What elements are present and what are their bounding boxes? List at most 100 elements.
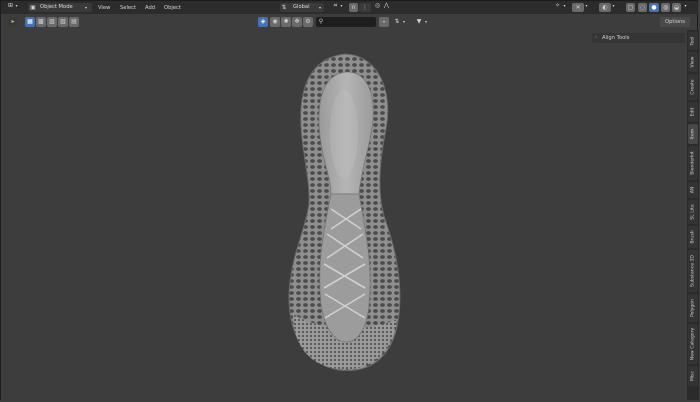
other-icon: ⚙ (305, 18, 311, 25)
tab-label: Tool (690, 36, 696, 46)
chevron-right-icon: › (595, 35, 597, 40)
snap-target-dropdown[interactable]: ⋮ (359, 3, 371, 12)
light-toggle[interactable]: ✺ (281, 17, 291, 27)
tab-label: Edit (690, 107, 696, 117)
xray-toggle[interactable]: ▢ (626, 3, 635, 12)
menu-object[interactable]: Object (164, 3, 181, 13)
3d-viewport[interactable] (1, 14, 687, 400)
shoe-model (288, 53, 401, 371)
tab-label: Item (690, 128, 696, 140)
wireframe-sphere-icon: ◌ (639, 4, 646, 11)
select-box-icon: ▦ (27, 18, 33, 25)
select-mode-extend[interactable]: ▩ (36, 17, 46, 27)
shading-material-button[interactable]: ◍ (661, 3, 670, 12)
options-button[interactable]: Options (660, 17, 690, 27)
magnet-icon: ∩ (351, 4, 356, 11)
tab-label: Brush (690, 230, 696, 244)
tab-view[interactable]: View (688, 52, 698, 72)
tab-label: Substance 3D (690, 255, 696, 287)
solid-sphere-icon: ● (651, 4, 657, 11)
tab-tool[interactable]: Tool (688, 32, 698, 50)
proportional-edit-icon[interactable]: ◎ (373, 1, 382, 10)
tab-new-category[interactable]: New Category (688, 324, 698, 364)
orientation-label: Global (293, 4, 310, 10)
chevron-down-icon: ▾ (84, 5, 87, 10)
tab-substance-3d[interactable]: Substance 3D (688, 250, 698, 292)
shading-solid-button[interactable]: ● (649, 3, 659, 12)
menu-add[interactable]: Add (145, 3, 155, 13)
tab-label: Create (690, 79, 696, 95)
shading-wireframe-button[interactable]: ◌ (638, 3, 647, 12)
tab-brush[interactable]: Brush (688, 226, 698, 248)
select-intersect-icon: ▤ (71, 18, 77, 25)
rendered-sphere-icon: ◒ (673, 4, 680, 11)
mode-label: Object Mode (40, 4, 73, 10)
snap-toggle[interactable]: ∩ (349, 3, 358, 12)
select-mode-invert[interactable]: ▧ (58, 17, 68, 27)
tab-edit[interactable]: Edit (688, 102, 698, 122)
chevron-down-icon: ▾ (612, 3, 615, 8)
tab-blenderkit[interactable]: Blenderkit (688, 146, 698, 180)
light-icon: ✺ (283, 18, 289, 25)
chevron-down-icon: ▾ (563, 3, 566, 8)
empty-toggle[interactable]: ✥ (292, 17, 302, 27)
chevron-down-icon: ▾ (585, 3, 588, 8)
select-mode-intersect[interactable]: ▤ (69, 17, 79, 27)
search-input[interactable]: ⚲ (316, 17, 376, 27)
overlays-toggle[interactable]: ◐ (599, 3, 611, 12)
chevron-down-icon: ▾ (424, 19, 427, 24)
select-mode-set[interactable]: ▦ (25, 17, 35, 27)
other-toggle[interactable]: ⚙ (303, 17, 313, 27)
tab-label: New Category (690, 327, 696, 361)
play-icon: ▸ (11, 18, 15, 25)
shading-rendered-button[interactable]: ◒ (672, 3, 681, 12)
tab-label: Misc (690, 370, 696, 382)
material-sphere-icon: ◍ (662, 4, 669, 11)
tab-polygon[interactable]: Polygon (688, 294, 698, 322)
gizmo-icon: ✕ (575, 4, 581, 11)
tab-label: Blenderkit (690, 151, 696, 175)
viewport-header: ⊞ ▾ ▣ Object Mode ▾ View Select Add Obje… (1, 1, 698, 14)
select-invert-icon: ▧ (60, 18, 66, 25)
menu-select[interactable]: Select (120, 3, 136, 13)
orientation-icon: ⇅ (281, 4, 287, 11)
xray-icon: ▢ (627, 4, 634, 11)
select-mode-subtract[interactable]: ▨ (47, 17, 57, 27)
menu-view[interactable]: View (98, 3, 110, 13)
tab-label: View (690, 56, 696, 68)
search-icon: ⚲ (318, 18, 324, 25)
tab-sl-lite[interactable]: SL Lite (688, 200, 698, 224)
chevron-down-icon: ▾ (340, 3, 343, 8)
tab-label: Polygon (690, 298, 696, 318)
camera-toggle[interactable]: ◉ (270, 17, 280, 27)
object-mode-icon: ▣ (30, 4, 36, 11)
gizmo-toggle[interactable]: ✕ (572, 3, 584, 12)
snap-increment-icon: ⋮ (362, 4, 368, 11)
tab-item[interactable]: Item (688, 124, 698, 144)
viewport-toolbar-row: ▸ ▦ ▩ ▨ ▧ ▤ ◈ ◉ ✺ ✥ ⚙ ⚲ ▾ ⇅ ▾ ▼ ▾ (0, 14, 700, 28)
select-subtract-icon: ▨ (49, 18, 55, 25)
chevron-down-icon: ▾ (402, 19, 405, 24)
empty-icon: ✥ (294, 18, 300, 25)
tab-label: SL Lite (690, 204, 696, 220)
overlays-icon: ◐ (602, 4, 608, 11)
chevron-down-icon: ▾ (382, 19, 385, 24)
tab-misc[interactable]: Misc (688, 366, 698, 386)
tab-create[interactable]: Create (688, 74, 698, 100)
chevron-down-icon: ▾ (15, 3, 18, 8)
visibility-icon[interactable]: ✧ (553, 1, 562, 10)
mode-dropdown[interactable]: ▣ Object Mode ▾ (28, 3, 92, 12)
chevron-down-icon: ▾ (318, 5, 321, 10)
search-options-dropdown[interactable]: ▾ (379, 17, 389, 27)
transform-orientation-dropdown[interactable]: ⇅ Global ▾ (280, 3, 324, 12)
camera-icon: ◉ (272, 18, 278, 25)
panel-title: Align Tools (602, 35, 630, 41)
toolbar-toggle[interactable]: ▸ (8, 17, 18, 27)
chevron-down-icon: ▾ (684, 3, 687, 8)
cube-icon: ◈ (260, 18, 266, 25)
tab-an[interactable]: AN (688, 182, 698, 198)
view-object-types-toggle[interactable]: ◈ (258, 17, 268, 27)
align-tools-panel-header[interactable]: › Align Tools (592, 33, 685, 43)
tab-label: AN (690, 186, 696, 194)
falloff-icon[interactable]: ⋀ (382, 1, 391, 10)
